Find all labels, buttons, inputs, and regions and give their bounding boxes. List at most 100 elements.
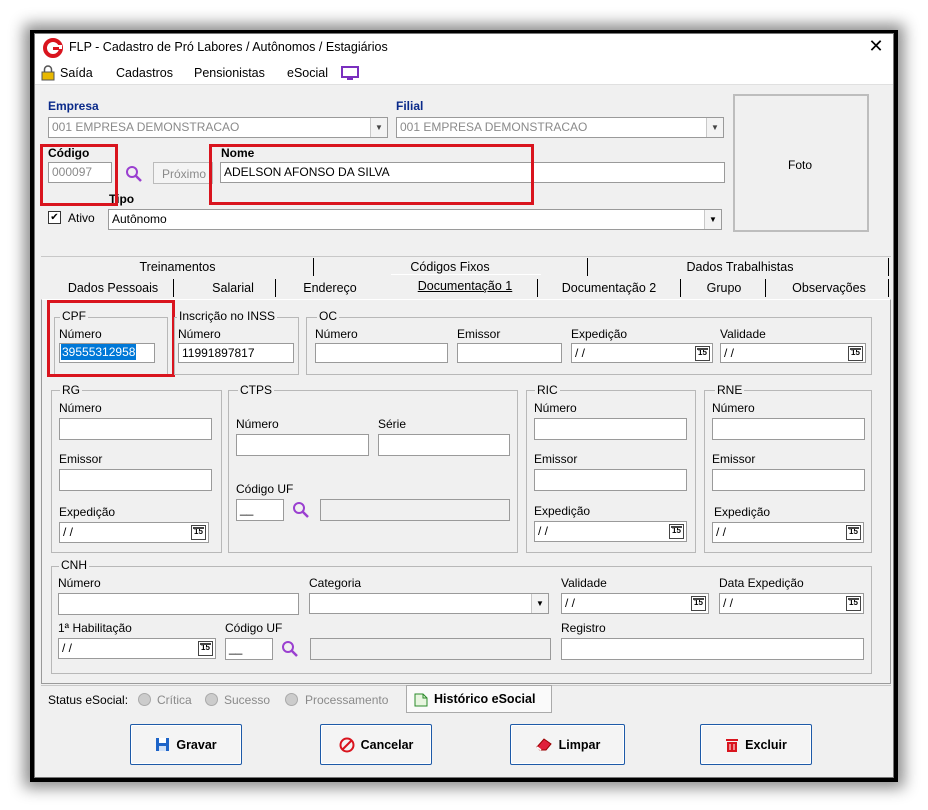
rne-expedicao-field[interactable]: / / 15 — [712, 522, 864, 543]
oc-expedicao-field[interactable]: / / 15 — [571, 343, 713, 363]
rne-numero-field[interactable] — [712, 418, 865, 440]
ric-emissor-field[interactable] — [534, 469, 687, 491]
ctps-serie-field[interactable] — [378, 434, 510, 456]
tab-dados-pessoais[interactable]: Dados Pessoais — [61, 281, 165, 295]
proximo-button[interactable]: Próximo — [153, 162, 213, 184]
close-button[interactable]: ✕ — [865, 36, 887, 57]
ctps-title: CTPS — [238, 383, 275, 397]
ric-title: RIC — [535, 383, 560, 397]
rne-title: RNE — [715, 383, 745, 397]
cnh-codigo-uf-label: Código UF — [225, 621, 283, 635]
tab-endereco[interactable]: Endereço — [295, 281, 365, 295]
rg-expedicao-label: Expedição — [59, 505, 116, 519]
limpar-label: Limpar — [558, 737, 601, 752]
ctps-codigo-uf-label: Código UF — [236, 482, 294, 496]
cnh-habilitacao-label: 1ª Habilitação — [58, 621, 132, 635]
calendar-icon[interactable]: 15 — [669, 524, 684, 539]
rg-emissor-field[interactable] — [59, 469, 212, 491]
tab-dados-trabalhistas[interactable]: Dados Trabalhistas — [665, 260, 815, 274]
oc-emissor-field[interactable] — [457, 343, 562, 363]
cnh-categoria-select[interactable]: ▼ — [309, 593, 549, 614]
calendar-icon[interactable]: 15 — [695, 346, 710, 361]
oc-validade-label: Validade — [720, 327, 766, 341]
tab-treinamentos[interactable]: Treinamentos — [115, 260, 240, 274]
oc-validade-field[interactable]: / / 15 — [720, 343, 866, 363]
oc-numero-field[interactable] — [315, 343, 448, 363]
menu-bar: Saída Cadastros Pensionistas eSocial — [35, 61, 893, 85]
cnh-data-expedicao-field[interactable]: / / 15 — [719, 593, 864, 614]
empresa-value: 001 EMPRESA DEMONSTRACAO — [52, 120, 240, 134]
limpar-button[interactable]: Limpar — [510, 724, 625, 765]
critica-radio[interactable] — [138, 693, 151, 706]
tab-separator — [888, 279, 889, 297]
rg-numero-field[interactable] — [59, 418, 212, 440]
cnh-uf-field[interactable]: __ — [225, 638, 273, 660]
menu-pensionistas[interactable]: Pensionistas — [194, 66, 265, 80]
ctps-numero-field[interactable] — [236, 434, 369, 456]
cnh-numero-field[interactable] — [58, 593, 299, 615]
chevron-down-icon[interactable]: ▼ — [704, 210, 721, 229]
tab-observacoes[interactable]: Observações — [783, 281, 875, 295]
historico-esocial-label: Histórico eSocial — [434, 692, 536, 706]
calendar-icon[interactable]: 15 — [846, 596, 861, 611]
cnh-validade-field[interactable]: / / 15 — [561, 593, 709, 614]
menu-cadastros[interactable]: Cadastros — [116, 66, 173, 80]
calendar-icon[interactable]: 15 — [191, 525, 206, 540]
calendar-icon[interactable]: 15 — [846, 525, 861, 540]
tab-grupo[interactable]: Grupo — [699, 281, 749, 295]
gravar-button[interactable]: Gravar — [130, 724, 242, 765]
sucesso-radio[interactable] — [205, 693, 218, 706]
tab-documentacao-1[interactable]: Documentação 1 — [400, 279, 530, 293]
critica-label: Crítica — [157, 693, 192, 707]
search-icon[interactable] — [292, 501, 310, 519]
rg-emissor-label: Emissor — [59, 452, 103, 466]
ctps-numero-label: Número — [236, 417, 279, 431]
rg-expedicao-value: / / — [63, 525, 74, 539]
tab-separator — [888, 258, 889, 276]
chevron-down-icon[interactable]: ▼ — [370, 118, 387, 137]
tab-salarial[interactable]: Salarial — [203, 281, 263, 295]
rg-expedicao-field[interactable]: / / 15 — [59, 522, 209, 543]
calendar-icon[interactable]: 15 — [198, 641, 213, 656]
menu-saida[interactable]: Saída — [60, 66, 93, 80]
inss-numero-label: Número — [178, 327, 221, 341]
oc-title: OC — [317, 309, 339, 323]
oc-validade-value: / / — [724, 346, 735, 360]
chevron-down-icon[interactable]: ▼ — [706, 118, 723, 137]
tab-documentacao-2[interactable]: Documentação 2 — [553, 281, 665, 295]
monitor-icon[interactable] — [341, 66, 359, 81]
historico-esocial-button[interactable]: Histórico eSocial — [406, 685, 552, 713]
tab-codigos-fixos[interactable]: Códigos Fixos — [385, 260, 515, 274]
ric-expedicao-field[interactable]: / / 15 — [534, 521, 687, 542]
search-icon[interactable] — [125, 165, 143, 183]
cancelar-button[interactable]: Cancelar — [320, 724, 432, 765]
inss-numero-field[interactable]: 11991897817 — [178, 343, 294, 363]
search-icon[interactable] — [281, 640, 299, 658]
rne-expedicao-label: Expedição — [714, 505, 771, 519]
filial-select[interactable]: 001 EMPRESA DEMONSTRACAO ▼ — [396, 117, 724, 138]
menu-esocial[interactable]: eSocial — [287, 66, 328, 80]
processamento-radio[interactable] — [285, 693, 298, 706]
main-window: FLP - Cadastro de Pró Labores / Autônomo… — [34, 33, 894, 778]
rne-emissor-field[interactable] — [712, 469, 865, 491]
cnh-registro-label: Registro — [561, 621, 606, 635]
photo-box[interactable]: Foto — [733, 94, 869, 232]
empresa-select[interactable]: 001 EMPRESA DEMONSTRACAO ▼ — [48, 117, 388, 138]
ctps-serie-label: Série — [378, 417, 407, 431]
calendar-icon[interactable]: 15 — [848, 346, 863, 361]
nome-highlight — [209, 144, 534, 205]
ric-numero-field[interactable] — [534, 418, 687, 440]
cnh-habilitacao-field[interactable]: / / 15 — [58, 638, 216, 659]
tipo-select[interactable]: Autônomo ▼ — [108, 209, 722, 230]
ativo-checkbox[interactable]: ✔ — [48, 211, 61, 224]
ctps-uf-field[interactable]: __ — [236, 499, 284, 521]
tab-separator — [537, 279, 538, 297]
tab-panel: CPF Número 39555312958 Inscrição no INSS… — [41, 299, 891, 684]
calendar-icon[interactable]: 15 — [691, 596, 706, 611]
tipo-value: Autônomo — [112, 212, 167, 226]
ric-emissor-label: Emissor — [534, 452, 578, 466]
excluir-button[interactable]: Excluir — [700, 724, 812, 765]
cnh-registro-field[interactable] — [561, 638, 864, 660]
chevron-down-icon[interactable]: ▼ — [531, 594, 548, 613]
ric-numero-label: Número — [534, 401, 577, 415]
